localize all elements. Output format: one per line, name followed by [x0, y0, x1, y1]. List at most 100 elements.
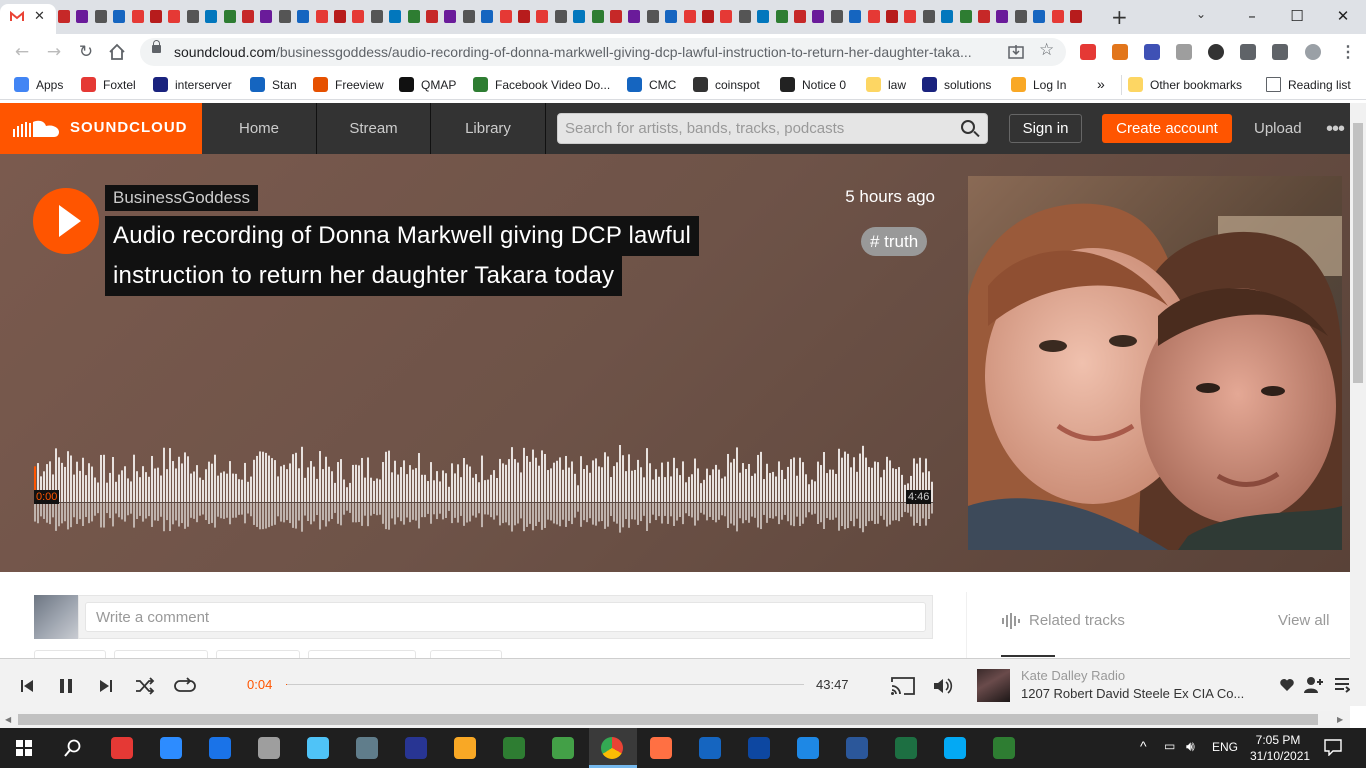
bookmark-item[interactable]: Apps	[14, 76, 63, 94]
more-options-icon[interactable]: •••	[1326, 119, 1345, 139]
like-heart-icon[interactable]	[1279, 677, 1295, 693]
bookmark-item[interactable]: Notice 0	[780, 76, 846, 94]
tab-favicon-icon[interactable]	[1033, 10, 1046, 23]
extensions-puzzle-icon[interactable]	[1240, 44, 1256, 60]
nav-stream[interactable]: Stream	[317, 103, 431, 154]
windows-start-icon[interactable]	[16, 740, 32, 756]
tab-favicon-icon[interactable]	[830, 10, 843, 23]
forward-button[interactable]: →	[42, 40, 66, 64]
upload-link[interactable]: Upload	[1254, 103, 1302, 154]
tab-favicon-icon[interactable]	[904, 10, 917, 23]
tab-favicon-icon[interactable]	[757, 10, 770, 23]
tab-favicon-icon[interactable]	[352, 10, 365, 23]
taskbar-app-icon[interactable]	[748, 737, 770, 759]
chrome-taskbar-icon[interactable]	[601, 737, 623, 759]
tab-favicon-icon[interactable]	[1070, 10, 1082, 23]
page-scrollbar[interactable]	[1350, 103, 1366, 706]
clock-time[interactable]: 7:05 PM	[1250, 733, 1306, 747]
tab-favicon-icon[interactable]	[665, 10, 678, 23]
browser-menu-icon[interactable]: ⋮	[1340, 42, 1356, 62]
next-track-icon[interactable]	[95, 675, 117, 697]
taskbar-app-icon[interactable]	[846, 737, 868, 759]
tab-favicon-icon[interactable]	[407, 10, 420, 23]
maximize-button[interactable]: ☐	[1274, 4, 1320, 28]
tab-favicon-icon[interactable]	[794, 10, 806, 23]
bookmark-item[interactable]: solutions	[922, 76, 991, 94]
view-all-link[interactable]: View all	[1278, 612, 1329, 629]
taskbar-app-icon[interactable]	[160, 737, 182, 759]
waveform[interactable]	[34, 424, 935, 542]
taskbar-app-icon[interactable]	[944, 737, 966, 759]
tab-favicon-icon[interactable]	[867, 10, 880, 23]
previous-track-icon[interactable]	[16, 675, 38, 697]
clock-date[interactable]: 31/10/2021	[1250, 749, 1310, 763]
bookmark-item[interactable]: Foxtel	[81, 76, 136, 94]
now-playing-artwork[interactable]	[977, 669, 1010, 702]
track-artist[interactable]: BusinessGoddess	[105, 185, 259, 211]
taskbar-app-icon[interactable]	[258, 737, 280, 759]
tab-favicon-icon[interactable]	[223, 10, 236, 23]
scroll-left-arrow-icon[interactable]: ◀	[5, 715, 11, 724]
bookmark-item[interactable]: law	[866, 76, 906, 94]
bookmark-item[interactable]: coinspot	[693, 76, 760, 94]
taskbar-app-icon[interactable]	[111, 737, 133, 759]
reading-list-button[interactable]: Reading list	[1266, 76, 1351, 94]
tab-favicon-icon[interactable]	[646, 10, 659, 23]
extension-icon[interactable]	[1080, 44, 1096, 60]
shuffle-icon[interactable]	[134, 675, 156, 697]
tab-favicon-icon[interactable]	[591, 10, 604, 23]
taskbar-app-icon[interactable]	[356, 737, 378, 759]
tab-favicon-icon[interactable]	[518, 10, 530, 23]
search-input[interactable]	[558, 114, 953, 143]
taskbar-app-icon[interactable]	[699, 737, 721, 759]
scroll-right-arrow-icon[interactable]: ▶	[1337, 715, 1343, 724]
tray-chevron-icon[interactable]: ^	[1140, 738, 1147, 754]
taskbar-app-icon[interactable]	[307, 737, 329, 759]
tab-favicon-icon[interactable]	[260, 10, 273, 23]
tab-favicon-icon[interactable]	[499, 10, 512, 23]
other-bookmarks-folder[interactable]: Other bookmarks	[1128, 76, 1242, 94]
horizontal-scrollbar[interactable]: ◀ ▶	[0, 711, 1350, 728]
taskbar-app-icon[interactable]	[797, 737, 819, 759]
bookmark-star-icon[interactable]: ☆	[1039, 40, 1054, 60]
tab-favicon-icon[interactable]	[297, 10, 310, 23]
tab-favicon-icon[interactable]	[702, 10, 714, 23]
tab-favicon-icon[interactable]	[628, 10, 641, 23]
input-language[interactable]: ENG	[1212, 740, 1238, 754]
tab-favicon-icon[interactable]	[849, 10, 862, 23]
tab-search-chevron-icon[interactable]: ⌄	[1196, 7, 1206, 21]
tab-favicon-icon[interactable]	[462, 10, 475, 23]
tab-favicon-icon[interactable]	[94, 10, 107, 23]
track-tag[interactable]: # truth	[861, 227, 928, 256]
tab-favicon-icon[interactable]	[278, 10, 291, 23]
taskbar-app-icon[interactable]	[650, 737, 672, 759]
minimize-button[interactable]: –	[1229, 4, 1275, 28]
tab-favicon-icon[interactable]	[738, 10, 751, 23]
close-tab-icon[interactable]: ✕	[34, 8, 45, 24]
volume-icon[interactable]	[931, 675, 953, 697]
tab-favicon-icon[interactable]	[481, 10, 494, 23]
tab-favicon-icon[interactable]	[959, 10, 972, 23]
address-bar[interactable]: soundcloud.com/businessgoddess/audio-rec…	[140, 38, 1066, 66]
tab-favicon-icon[interactable]	[683, 10, 696, 23]
track-artwork[interactable]	[968, 176, 1342, 550]
tab-favicon-icon[interactable]	[242, 10, 254, 23]
dark-mode-extension-icon[interactable]	[1208, 44, 1224, 60]
bookmark-item[interactable]: CMC	[627, 76, 676, 94]
horizontal-scrollbar-thumb[interactable]	[18, 714, 1318, 725]
reload-button[interactable]: ↻	[74, 40, 98, 64]
taskbar-app-icon[interactable]	[503, 737, 525, 759]
progress-bar[interactable]	[286, 684, 804, 685]
tab-favicon-icon[interactable]	[113, 10, 126, 23]
tab-favicon-icon[interactable]	[58, 10, 70, 23]
play-button[interactable]	[33, 188, 99, 254]
tab-favicon-icon[interactable]	[886, 10, 898, 23]
tab-favicon-icon[interactable]	[941, 10, 954, 23]
repeat-icon[interactable]	[174, 675, 196, 697]
network-icon[interactable]: ▭	[1164, 739, 1175, 753]
media-controls-icon[interactable]	[1272, 44, 1288, 60]
bookmark-item[interactable]: QMAP	[399, 76, 456, 94]
profile-avatar[interactable]	[1305, 44, 1321, 60]
tab-favicon-icon[interactable]	[536, 10, 549, 23]
tab-favicon-icon[interactable]	[978, 10, 990, 23]
